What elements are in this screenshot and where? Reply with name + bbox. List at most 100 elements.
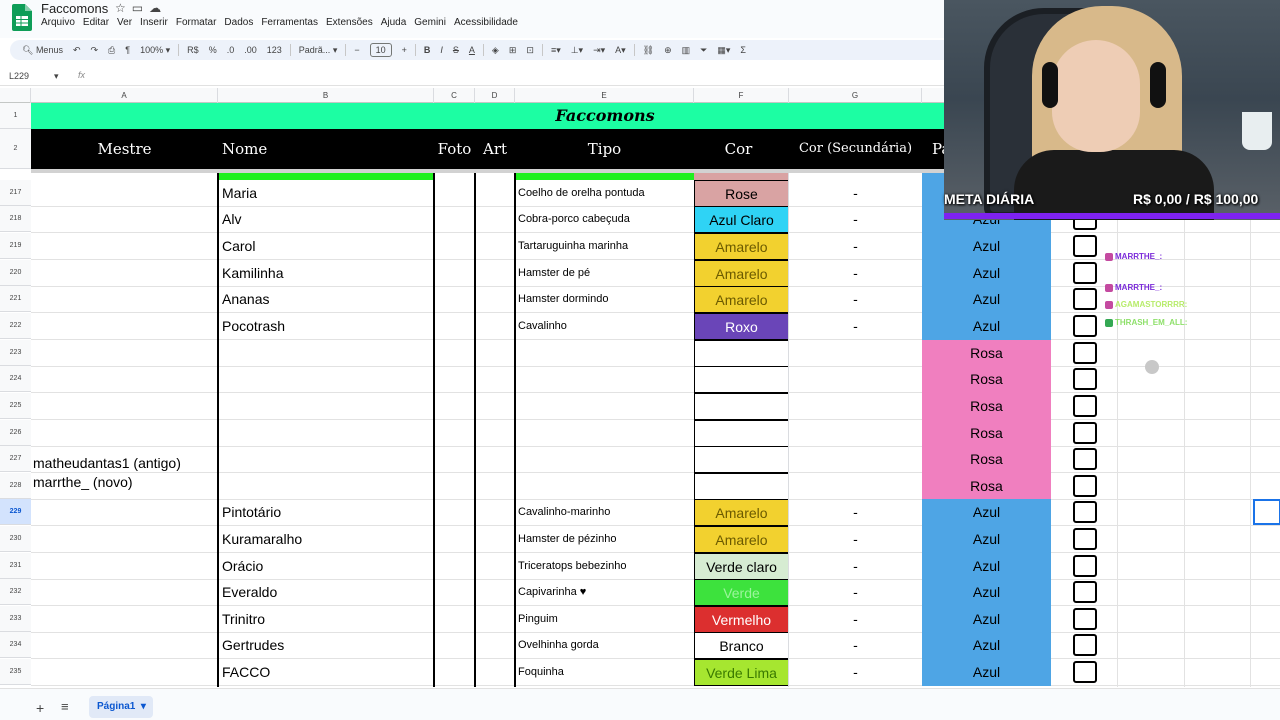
cell-cor-secundaria[interactable]: - bbox=[789, 313, 922, 339]
cell-pa[interactable]: Azul bbox=[922, 579, 1051, 606]
menu-extensoes[interactable]: Extensões bbox=[326, 17, 373, 28]
borders-icon[interactable]: ⊞ bbox=[504, 41, 522, 59]
fill-color-icon[interactable]: ◈ bbox=[487, 41, 504, 59]
cell-nome[interactable]: Alv bbox=[222, 206, 432, 232]
currency-format-button[interactable]: R$ bbox=[182, 41, 204, 59]
cell-cor[interactable]: Roxo bbox=[694, 313, 789, 340]
menu-ferramentas[interactable]: Ferramentas bbox=[261, 17, 318, 28]
cell-tipo[interactable]: Cavalinho bbox=[515, 313, 694, 339]
cell-pa[interactable]: Azul bbox=[922, 632, 1051, 659]
cell-tipo[interactable] bbox=[515, 340, 694, 366]
cell-cor-secundaria[interactable]: - bbox=[789, 286, 922, 312]
cell-tipo[interactable]: Hamster dormindo bbox=[515, 286, 694, 312]
sheet-title[interactable]: Faccomons bbox=[515, 103, 695, 129]
cell-pa[interactable]: Azul bbox=[922, 606, 1051, 633]
search-menus-button[interactable]: 🔍︎ Menus bbox=[10, 41, 68, 59]
cell-cor-secundaria[interactable]: - bbox=[789, 632, 922, 658]
row-header[interactable]: 234 bbox=[0, 632, 31, 658]
cell-tipo[interactable]: Hamster de pé bbox=[515, 260, 694, 286]
cell-pa[interactable]: Azul bbox=[922, 659, 1051, 686]
cell-pa[interactable]: Azul bbox=[922, 260, 1051, 287]
menu-acessibilidade[interactable]: Acessibilidade bbox=[454, 17, 518, 28]
row-header[interactable]: 225 bbox=[0, 393, 31, 419]
cell-tipo[interactable]: Foquinha bbox=[515, 659, 694, 685]
cell-pa[interactable]: Rosa bbox=[922, 366, 1051, 393]
name-box[interactable]: L229 ▾ bbox=[9, 71, 59, 82]
cell-pa[interactable]: Rosa bbox=[922, 473, 1051, 500]
more-formats-button[interactable]: 123 bbox=[262, 41, 287, 59]
zoom-select[interactable]: 100% ▾ bbox=[135, 41, 175, 59]
cell-tipo[interactable]: Triceratops bebezinho bbox=[515, 553, 694, 579]
cell-cor[interactable]: Amarelo bbox=[694, 499, 789, 526]
cell-nome[interactable] bbox=[222, 420, 432, 446]
cell-cor-secundaria[interactable]: - bbox=[789, 499, 922, 525]
cell-cor-secundaria[interactable]: - bbox=[789, 206, 922, 232]
all-sheets-menu-icon[interactable]: ≡ bbox=[61, 699, 69, 714]
cell-tipo[interactable]: Hamster de pézinho bbox=[515, 526, 694, 552]
print-icon[interactable]: ⎙ bbox=[103, 41, 120, 59]
header-nome[interactable]: Nome bbox=[218, 129, 434, 169]
cell-nome[interactable]: Gertrudes bbox=[222, 632, 432, 658]
row-checkbox[interactable] bbox=[1073, 395, 1097, 417]
row-header[interactable]: 1 bbox=[0, 103, 31, 129]
row-header[interactable]: 218 bbox=[0, 206, 31, 232]
cell-cor[interactable] bbox=[694, 473, 789, 500]
row-checkbox[interactable] bbox=[1073, 342, 1097, 364]
row-header[interactable]: 222 bbox=[0, 313, 31, 339]
column-header-c[interactable]: C bbox=[434, 88, 475, 103]
header-foto[interactable]: Foto bbox=[434, 129, 475, 169]
cell-nome[interactable]: Pintotário bbox=[222, 499, 432, 525]
font-size-input[interactable]: 10 bbox=[369, 43, 392, 57]
row-header[interactable]: 227 bbox=[0, 446, 31, 472]
cell-pa[interactable]: Rosa bbox=[922, 446, 1051, 473]
cell-pa[interactable]: Azul bbox=[922, 553, 1051, 580]
cell-cor-secundaria[interactable]: - bbox=[789, 553, 922, 579]
row-checkbox[interactable] bbox=[1073, 368, 1097, 390]
column-header-d[interactable]: D bbox=[475, 88, 515, 103]
row-header[interactable]: 224 bbox=[0, 366, 31, 392]
cell-tipo[interactable] bbox=[515, 393, 694, 419]
sheet-tab-pagina1[interactable]: Página1 ▾ bbox=[89, 696, 153, 718]
row-checkbox[interactable] bbox=[1073, 422, 1097, 444]
header-tipo[interactable]: Tipo bbox=[515, 129, 694, 169]
selected-cell-l229[interactable] bbox=[1253, 499, 1280, 525]
header-cor[interactable]: Cor bbox=[694, 129, 783, 169]
cell-pa[interactable]: Azul bbox=[922, 233, 1051, 260]
font-select[interactable]: Padrã... ▾ bbox=[294, 41, 343, 59]
cell-nome[interactable] bbox=[222, 473, 432, 499]
decrease-decimal-button[interactable]: .0 bbox=[222, 41, 240, 59]
cell-cor-secundaria[interactable]: - bbox=[789, 260, 922, 286]
cell-cor[interactable]: Branco bbox=[694, 632, 789, 659]
cell-nome[interactable] bbox=[222, 366, 432, 392]
cell-pa[interactable]: Rosa bbox=[922, 340, 1051, 367]
cell-tipo[interactable] bbox=[515, 366, 694, 392]
menu-formatar[interactable]: Formatar bbox=[176, 17, 217, 28]
cell-nome[interactable]: Pocotrash bbox=[222, 313, 432, 339]
cell-tipo[interactable]: Coelho de orelha pontuda bbox=[515, 180, 694, 206]
row-header[interactable]: 232 bbox=[0, 579, 31, 605]
menu-gemini[interactable]: Gemini bbox=[414, 17, 446, 28]
row-header[interactable]: 231 bbox=[0, 553, 31, 579]
column-header-a[interactable]: A bbox=[31, 88, 218, 103]
menu-arquivo[interactable]: Arquivo bbox=[41, 17, 75, 28]
cell-nome[interactable]: Kuramaralho bbox=[222, 526, 432, 552]
row-checkbox[interactable] bbox=[1073, 581, 1097, 603]
cell-cor[interactable]: Vermelho bbox=[694, 606, 789, 633]
menu-editar[interactable]: Editar bbox=[83, 17, 109, 28]
cell-cor-secundaria[interactable] bbox=[789, 340, 922, 366]
cell-cor[interactable]: Amarelo bbox=[694, 233, 789, 260]
cloud-status-icon[interactable]: ☁ bbox=[149, 1, 161, 15]
cell-cor[interactable]: Verde bbox=[694, 579, 789, 606]
cell-tipo[interactable]: Capivarinha ♥ bbox=[515, 579, 694, 605]
row-checkbox[interactable] bbox=[1073, 288, 1097, 310]
row-header[interactable]: 217 bbox=[0, 180, 31, 206]
redo-icon[interactable]: ↷ bbox=[86, 41, 104, 59]
cell-cor-secundaria[interactable] bbox=[789, 473, 922, 499]
percent-format-button[interactable]: % bbox=[204, 41, 222, 59]
font-size-increase-icon[interactable]: + bbox=[397, 41, 412, 59]
insert-link-icon[interactable]: ⛓ bbox=[638, 41, 659, 59]
increase-decimal-button[interactable]: .00 bbox=[239, 41, 262, 59]
cell-nome[interactable]: FACCO bbox=[222, 659, 432, 685]
cell-pa[interactable]: Azul bbox=[922, 526, 1051, 553]
row-checkbox[interactable] bbox=[1073, 501, 1097, 523]
